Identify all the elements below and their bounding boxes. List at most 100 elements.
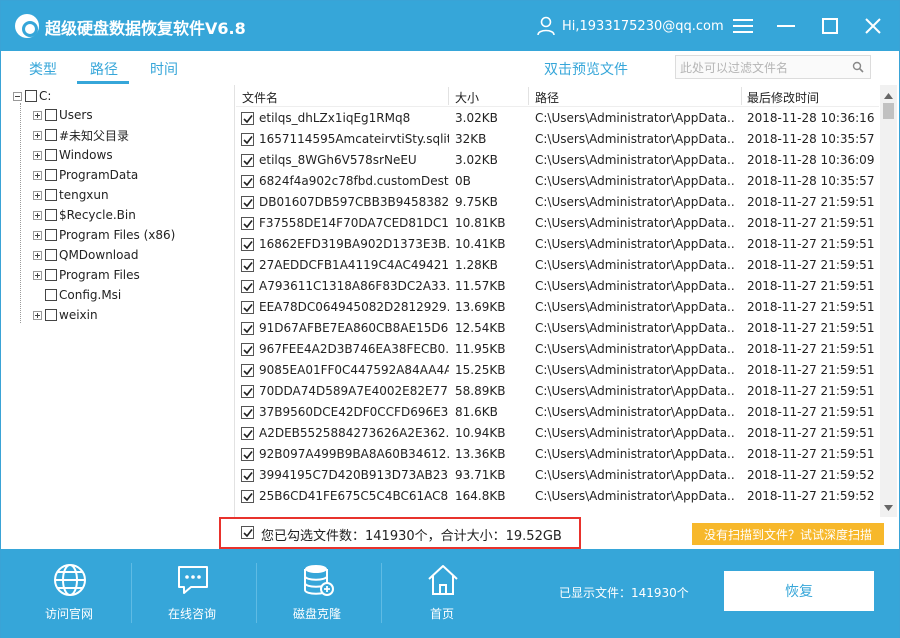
row-checkbox[interactable] (241, 196, 254, 209)
tree-checkbox[interactable] (45, 289, 57, 301)
row-checkbox[interactable] (241, 343, 254, 356)
tree-node-users[interactable]: Users (33, 106, 93, 124)
nav-online-consult[interactable]: 在线咨询 (128, 549, 256, 638)
tree-checkbox[interactable] (45, 149, 57, 161)
minimize-button[interactable] (773, 13, 799, 39)
nav-disk-clone[interactable]: 磁盘克隆 (253, 549, 381, 638)
tree-node-tengxun[interactable]: tengxun (33, 186, 109, 204)
vertical-scrollbar[interactable] (880, 85, 897, 517)
table-row[interactable]: A2DEB5525884273626A2E362... 10.94KB C:\Use… (236, 423, 879, 444)
tree-node-program-files[interactable]: Program Files (33, 266, 140, 284)
table-row[interactable]: 3994195C7D420B913D73AB23... 93.71KB C:\Use… (236, 465, 879, 486)
tree-checkbox[interactable] (45, 229, 57, 241)
row-checkbox[interactable] (241, 280, 254, 293)
collapse-icon[interactable] (13, 91, 22, 101)
recover-button[interactable]: 恢复 (724, 571, 874, 611)
table-row[interactable]: 1657114595AmcateirvtiSty.sqlit... 32KB C:\… (236, 129, 879, 150)
table-row[interactable]: EEA78DC064945082D2812929... 13.69KB C:\Use… (236, 297, 879, 318)
table-row[interactable]: 967FEE4A2D3B746EA38FECB0... 11.95KB C:\Use… (236, 339, 879, 360)
row-checkbox[interactable] (241, 112, 254, 125)
tree-checkbox[interactable] (45, 309, 57, 321)
table-row[interactable]: 70DDA74D589A7E4002E82E77... 58.89KB C:\Use… (236, 381, 879, 402)
row-checkbox[interactable] (241, 427, 254, 440)
tree-checkbox[interactable] (45, 129, 57, 141)
tree-node-recycle-bin[interactable]: $Recycle.Bin (33, 206, 136, 224)
row-checkbox[interactable] (241, 175, 254, 188)
table-row[interactable]: 37B9560DCE42DF0CCFD696E3... 81.6KB C:\User… (236, 402, 879, 423)
row-checkbox[interactable] (241, 490, 254, 503)
maximize-button[interactable] (817, 13, 843, 39)
tree-node-config-msi[interactable]: Config.Msi (33, 286, 121, 304)
scroll-down-arrow-icon[interactable] (880, 499, 897, 516)
user-account-label[interactable]: Hi,1933175230@qq.com (562, 19, 724, 34)
tab-type[interactable]: 类型 (29, 59, 57, 79)
table-row[interactable]: F37558DE14F70DA7CED81DC1... 10.81KB C:\Use… (236, 213, 879, 234)
expand-icon[interactable] (33, 170, 42, 180)
deep-scan-button[interactable]: 没有扫描到文件？试试深度扫描 (692, 523, 884, 545)
menu-button[interactable] (730, 13, 756, 39)
tree-node-root[interactable]: C: (13, 87, 51, 105)
tree-checkbox[interactable] (45, 209, 57, 221)
table-row[interactable]: 91D67AFBE7EA860CB8AE15D6... 12.54KB C:\Use… (236, 318, 879, 339)
row-checkbox[interactable] (241, 259, 254, 272)
user-icon[interactable] (537, 16, 555, 36)
tree-node-windows[interactable]: Windows (33, 146, 113, 164)
table-row[interactable]: 27AEDDCFB1A4119C4AC49421... 1.28KB C:\User… (236, 255, 879, 276)
close-button[interactable] (860, 13, 886, 39)
filter-input[interactable] (680, 59, 850, 76)
tree-checkbox[interactable] (45, 189, 57, 201)
row-checkbox[interactable] (241, 469, 254, 482)
row-checkbox[interactable] (241, 154, 254, 167)
expand-icon[interactable] (33, 310, 42, 320)
tab-time[interactable]: 时间 (150, 59, 178, 79)
row-checkbox[interactable] (241, 406, 254, 419)
row-checkbox[interactable] (241, 301, 254, 314)
tree-checkbox[interactable] (45, 169, 57, 181)
scroll-up-arrow-icon[interactable] (880, 87, 897, 104)
table-row[interactable]: DB01607DB597CBB3B9458382... 9.75KB C:\User… (236, 192, 879, 213)
scroll-thumb[interactable] (883, 103, 894, 119)
tree-checkbox[interactable] (45, 109, 57, 121)
row-checkbox[interactable] (241, 364, 254, 377)
nav-visit-website[interactable]: 访问官网 (5, 549, 133, 638)
search-icon[interactable] (852, 61, 864, 73)
nav-home[interactable]: 首页 (378, 549, 506, 638)
table-row[interactable]: 25B6CD41FE675C5C4BC61AC8... 164.8KB C:\Use… (236, 486, 879, 507)
row-checkbox[interactable] (241, 322, 254, 335)
row-checkbox[interactable] (241, 385, 254, 398)
expand-icon[interactable] (33, 150, 42, 160)
column-header-path[interactable]: 路径 (535, 89, 559, 106)
tree-node-program-files-x86[interactable]: Program Files (x86) (33, 226, 175, 244)
expand-icon[interactable] (33, 110, 42, 120)
preview-file-link[interactable]: 双击预览文件 (544, 59, 628, 79)
tree-node-unknown-parent[interactable]: #未知父目录 (33, 126, 129, 144)
table-row[interactable]: etilqs_dhLZx1iqEg1RMq8 3.02KB C:\Users\Adm… (236, 108, 879, 129)
row-checkbox[interactable] (241, 217, 254, 230)
expand-icon[interactable] (33, 190, 42, 200)
table-row[interactable]: 92B097A499B9BA8A60B34612... 13.36KB C:\Use… (236, 444, 879, 465)
tree-node-weixin[interactable]: weixin (33, 306, 98, 324)
tree-node-programdata[interactable]: ProgramData (33, 166, 138, 184)
table-row[interactable]: 6824f4a902c78fbd.customDest... 0B C:\Users… (236, 171, 879, 192)
tab-path[interactable]: 路径 (90, 59, 118, 79)
row-checkbox[interactable] (241, 448, 254, 461)
row-checkbox[interactable] (241, 133, 254, 146)
table-row[interactable]: A793611C1318A86F83DC2A33... 11.57KB C:\Use… (236, 276, 879, 297)
filter-box[interactable] (675, 55, 871, 79)
tree-checkbox[interactable] (25, 90, 37, 102)
expand-icon[interactable] (33, 270, 42, 280)
select-all-checkbox[interactable] (241, 526, 254, 539)
column-header-modified[interactable]: 最后修改时间 (747, 89, 819, 106)
table-row[interactable]: 9085EA01FF0C447592A84AA4A... 15.25KB C:\Us… (236, 360, 879, 381)
tree-checkbox[interactable] (45, 269, 57, 281)
column-header-name[interactable]: 文件名 (242, 89, 278, 106)
expand-icon[interactable] (33, 210, 42, 220)
row-checkbox[interactable] (241, 238, 254, 251)
expand-icon[interactable] (33, 130, 42, 140)
tree-checkbox[interactable] (45, 249, 57, 261)
table-row[interactable]: 16862EFD319BA902D1373E3B... 10.41KB C:\Use… (236, 234, 879, 255)
tree-node-qmdownload[interactable]: QMDownload (33, 246, 138, 264)
expand-icon[interactable] (33, 250, 42, 260)
column-header-size[interactable]: 大小 (455, 89, 479, 106)
expand-icon[interactable] (33, 230, 42, 240)
